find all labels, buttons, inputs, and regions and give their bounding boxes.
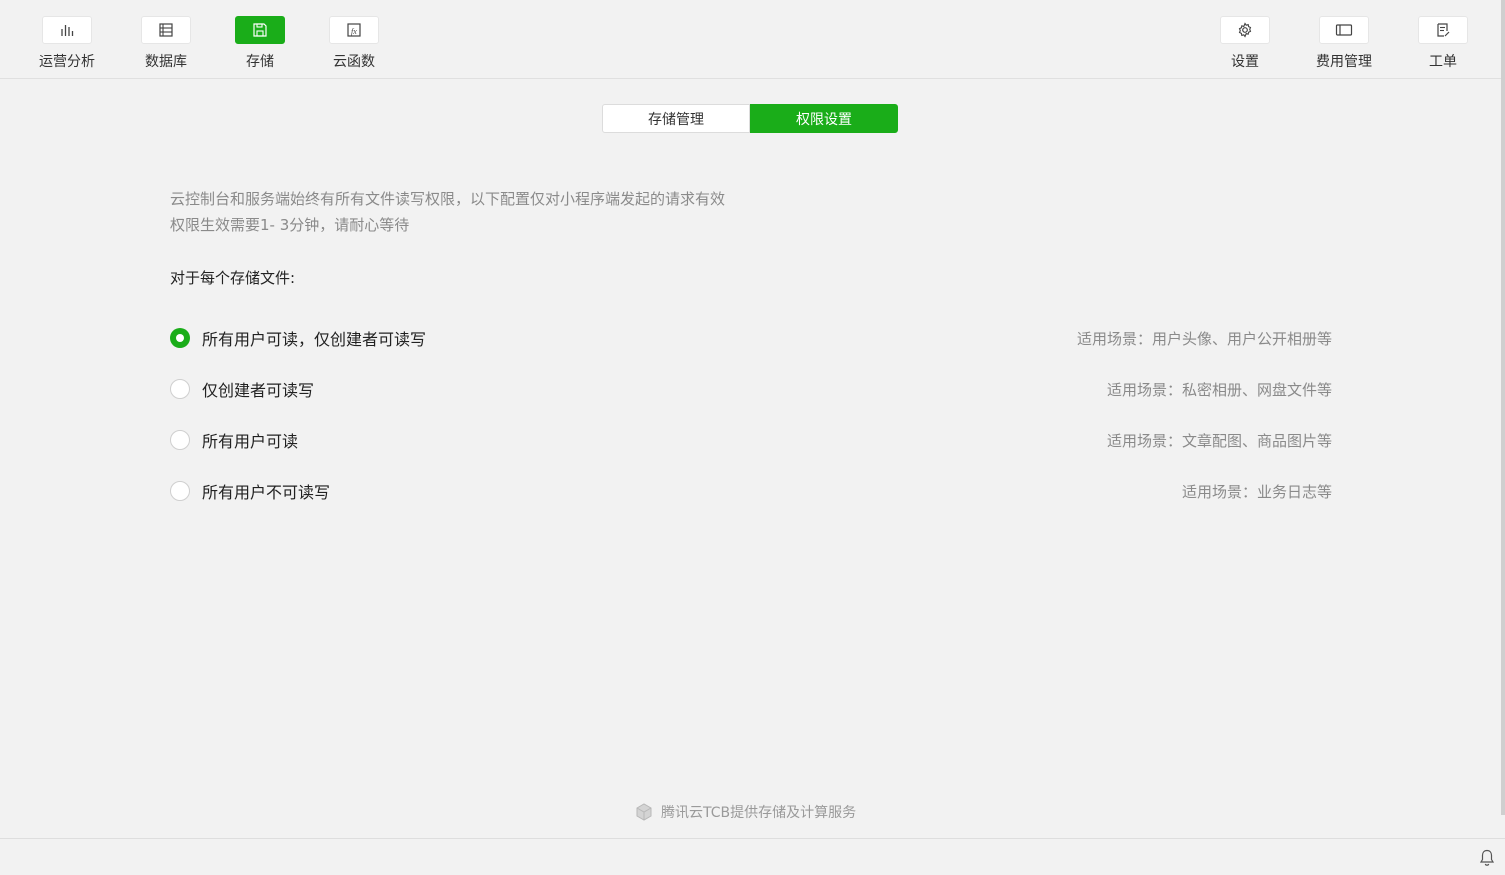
option-scene: 适用场景：用户头像、用户公开相册等 [1076,329,1332,348]
storage-tabs: 存储管理 权限设置 [602,104,898,133]
bell-icon[interactable] [1479,849,1495,867]
status-bar [0,838,1505,875]
radio-button[interactable] [170,430,190,450]
ticket-icon [1437,23,1450,37]
footer-note: 腾讯云TCB提供存储及计算服务 [634,802,856,822]
description-line-2: 权限生效需要1- 3分钟，请耐心等待 [170,216,410,234]
toolbar-item-label: 费用管理 [1316,54,1372,70]
permission-option-none[interactable]: 所有用户不可读写 适用场景：业务日志等 [170,480,1332,502]
option-label: 所有用户可读，仅创建者可读写 [202,330,427,349]
option-label: 仅创建者可读写 [202,381,315,400]
bar-chart-icon [61,25,74,36]
option-scene: 适用场景：私密相册、网盘文件等 [1106,380,1332,399]
option-label: 所有用户不可读写 [202,483,331,502]
toolbar-item-label: 工单 [1429,54,1457,70]
floppy-disk-icon [253,23,267,37]
permission-option-creator-only[interactable]: 仅创建者可读写 适用场景：私密相册、网盘文件等 [170,378,1332,400]
toolbar-item-label: 存储 [246,54,274,70]
gear-icon [1238,22,1252,38]
toolbar-item-label: 云函数 [333,54,375,70]
toolbar-item-settings[interactable]: 设置 [1195,16,1295,71]
toolbar-item-cloud-function[interactable]: fx 云函数 [304,16,404,71]
toolbar-item-label: 设置 [1231,54,1259,70]
permission-option-all-read[interactable]: 所有用户可读 适用场景：文章配图、商品图片等 [170,429,1332,451]
permission-description: 云控制台和服务端始终有所有文件读写权限，以下配置仅对小程序端发起的请求有效 权限… [170,186,725,238]
toolbar-item-database[interactable]: 数据库 [116,16,216,71]
option-scene: 适用场景：业务日志等 [1181,482,1332,501]
toolbar-item-label: 数据库 [145,54,187,70]
footer-text: 腾讯云TCB提供存储及计算服务 [661,805,857,821]
option-scene: 适用场景：文章配图、商品图片等 [1106,431,1332,450]
tab-permission-settings[interactable]: 权限设置 [750,104,898,133]
scrollbar[interactable] [1501,0,1505,815]
toolbar-item-analytics[interactable]: 运营分析 [17,16,117,71]
toolbar-item-label: 运营分析 [39,54,95,70]
radio-button[interactable] [170,379,190,399]
option-label: 所有用户可读 [202,432,299,451]
tencent-cloud-logo-icon [636,803,652,821]
radio-button[interactable] [170,328,190,348]
toolbar-item-billing[interactable]: 费用管理 [1294,16,1394,71]
wallet-icon [1335,24,1353,36]
function-icon: fx [347,23,361,37]
tab-storage-management[interactable]: 存储管理 [602,104,750,133]
top-toolbar: 运营分析 数据库 存储 fx 云函数 设置 费用管理 工单 [0,0,1505,79]
section-heading: 对于每个存储文件: [170,269,296,287]
database-icon [159,23,173,37]
svg-text:fx: fx [351,27,357,36]
permission-option-public-read[interactable]: 所有用户可读，仅创建者可读写 适用场景：用户头像、用户公开相册等 [170,327,1332,349]
toolbar-item-storage[interactable]: 存储 [210,16,310,71]
description-line-1: 云控制台和服务端始终有所有文件读写权限，以下配置仅对小程序端发起的请求有效 [170,190,726,208]
toolbar-item-ticket[interactable]: 工单 [1393,16,1493,71]
radio-button[interactable] [170,481,190,501]
